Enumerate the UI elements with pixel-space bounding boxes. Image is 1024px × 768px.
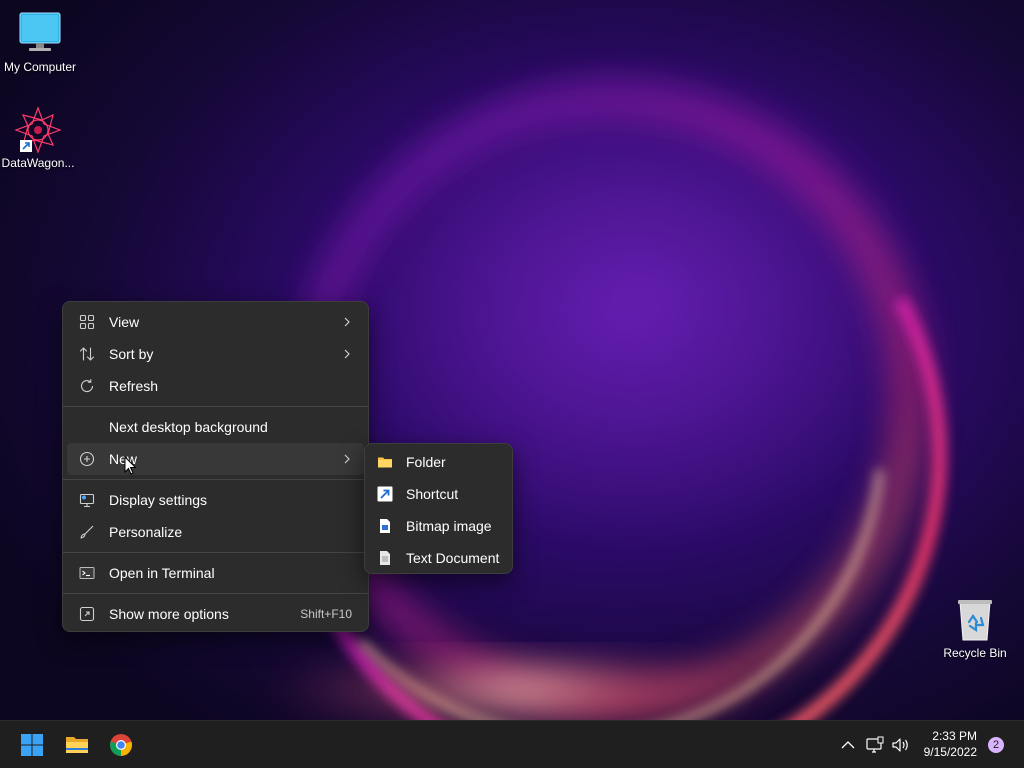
desktop-context-menu: View Sort by Refresh Next desktop backgr… [62, 301, 369, 632]
menu-item-label: Refresh [109, 378, 159, 394]
taskbar-clock[interactable]: 2:33 PM 9/15/2022 [924, 728, 977, 760]
submenu-item-folder[interactable]: Folder [369, 446, 508, 478]
desktop-icon-label: Recycle Bin [943, 646, 1007, 660]
menu-item-label: View [109, 314, 140, 330]
menu-item-label: Display settings [109, 492, 208, 508]
folder-icon [378, 457, 392, 468]
menu-separator [63, 593, 368, 594]
desktop-icon-label: My Computer [3, 60, 77, 74]
menu-item-label: Personalize [109, 524, 183, 540]
menu-item-label: Sort by [109, 346, 154, 362]
refresh-icon [80, 379, 94, 393]
text-document-icon [380, 551, 390, 565]
monitor-icon [16, 10, 64, 58]
submenu-item-shortcut[interactable]: Shortcut [369, 478, 508, 510]
file-explorer-button[interactable] [59, 727, 95, 763]
menu-separator [63, 552, 368, 553]
desktop-icon-my-computer[interactable]: My Computer [0, 10, 80, 74]
file-explorer-icon [66, 737, 88, 753]
clock-time: 2:33 PM [932, 729, 977, 743]
recycle-bin-icon [951, 596, 999, 644]
taskbar: 2:33 PM 9/15/2022 2 [0, 720, 1024, 768]
menu-item-personalize[interactable]: Personalize [67, 516, 364, 548]
submenu-item-text-document[interactable]: Text Document [369, 542, 508, 574]
display-settings-icon [79, 493, 95, 508]
submenu-item-label: Bitmap image [406, 518, 492, 534]
menu-item-label: Show more options [109, 606, 229, 622]
shortcut-icon [377, 486, 393, 502]
new-submenu: Folder Shortcut Bitmap image Text Docume… [364, 443, 513, 574]
bitmap-icon [380, 519, 390, 533]
start-button[interactable] [14, 727, 50, 763]
more-options-icon [79, 606, 95, 622]
chevron-right-icon [344, 454, 350, 464]
keyboard-shortcut: Shift+F10 [300, 607, 352, 621]
chevron-up-icon[interactable] [838, 735, 858, 755]
menu-item-display-settings[interactable]: Display settings [67, 484, 364, 516]
desktop-icon-recycle-bin[interactable]: Recycle Bin [935, 596, 1015, 660]
menu-item-label: Open in Terminal [109, 565, 215, 581]
chevron-right-icon [344, 317, 350, 327]
clock-date: 9/15/2022 [923, 745, 977, 759]
menu-item-next-desktop-background[interactable]: Next desktop background [67, 411, 364, 443]
view-grid-icon [79, 314, 95, 330]
chrome-icon [110, 734, 132, 756]
menu-item-new[interactable]: New [67, 443, 364, 475]
brush-icon [80, 525, 94, 539]
menu-item-sort-by[interactable]: Sort by [67, 338, 364, 370]
menu-item-open-in-terminal[interactable]: Open in Terminal [67, 557, 364, 589]
desktop-icon-datawagon[interactable]: DataWagon... [0, 106, 78, 170]
sort-icon [79, 347, 95, 361]
menu-item-label: Next desktop background [109, 419, 268, 435]
submenu-item-label: Shortcut [406, 486, 459, 502]
terminal-icon [79, 567, 95, 579]
desktop-icon-label: DataWagon... [1, 156, 75, 170]
chrome-button[interactable] [103, 727, 139, 763]
new-plus-icon [79, 451, 95, 467]
network-icon[interactable] [865, 735, 885, 755]
menu-item-refresh[interactable]: Refresh [67, 370, 364, 402]
submenu-item-label: Folder [406, 454, 446, 470]
menu-item-show-more-options[interactable]: Show more options Shift+F10 [67, 598, 364, 630]
mouse-cursor-icon [124, 456, 137, 475]
start-icon [21, 734, 43, 756]
submenu-item-label: Text Document [406, 550, 500, 566]
menu-separator [63, 406, 368, 407]
volume-icon[interactable] [890, 735, 910, 755]
datawagon-app-icon [14, 106, 62, 154]
notification-badge[interactable]: 2 [988, 737, 1004, 753]
menu-separator [63, 479, 368, 480]
submenu-item-bitmap-image[interactable]: Bitmap image [369, 510, 508, 542]
menu-item-view[interactable]: View [67, 306, 364, 338]
chevron-right-icon [344, 349, 350, 359]
